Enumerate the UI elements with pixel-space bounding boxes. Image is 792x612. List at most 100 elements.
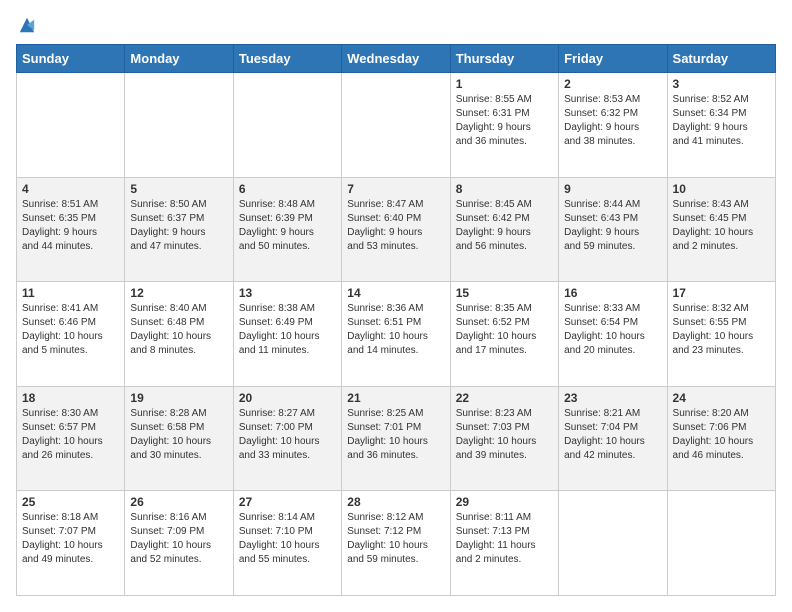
calendar-cell: 18 Sunrise: 8:30 AMSunset: 6:57 PMDayligh… [17, 386, 125, 491]
day-number: 9 [564, 182, 661, 196]
day-number: 5 [130, 182, 227, 196]
day-number: 29 [456, 495, 553, 509]
day-info: Sunrise: 8:52 AMSunset: 6:34 PMDaylight:… [673, 93, 770, 149]
calendar-cell: 3Sunrise: 8:52 AMSunset: 6:34 PMDaylight… [667, 73, 775, 178]
day-info: Sunrise: 8:21 AMSunset: 7:04 PMDaylight:… [564, 407, 661, 463]
calendar-cell: 13Sunrise: 8:38 AMSunset: 6:49 PMDayligh… [233, 282, 341, 387]
day-number: 4 [22, 182, 119, 196]
weekday-wednesday: Wednesday [342, 45, 450, 73]
day-info: Sunrise: 8:53 AMSunset: 6:32 PMDaylight:… [564, 93, 661, 149]
day-info: Sunrise: 8:32 AMSunset: 6:55 PMDaylight:… [673, 302, 770, 358]
day-info: Sunrise: 8:41 AMSunset: 6:46 PMDaylight:… [22, 302, 119, 358]
calendar-cell: 2 Sunrise: 8:53 AMSunset: 6:32 PMDaylight… [559, 73, 667, 178]
day-number: 22 [456, 391, 553, 405]
weekday-thursday: Thursday [450, 45, 558, 73]
day-info: Sunrise: 8:55 AMSunset: 6:31 PMDaylight:… [456, 93, 553, 149]
day-number: 12 [130, 286, 227, 300]
calendar-cell: 14 Sunrise: 8:36 AMSunset: 6:51 PMDayligh… [342, 282, 450, 387]
calendar-cell: 22 Sunrise: 8:23 AMSunset: 7:03 PMDayligh… [450, 386, 558, 491]
day-number: 18 [22, 391, 119, 405]
day-info: Sunrise: 8:14 AMSunset: 7:10 PMDaylight:… [239, 511, 336, 567]
calendar-row-4: 25 Sunrise: 8:18 AMSunset: 7:07 PMDayligh… [17, 491, 776, 596]
calendar-cell: 21Sunrise: 8:25 AMSunset: 7:01 PMDayligh… [342, 386, 450, 491]
calendar-cell [667, 491, 775, 596]
calendar-cell: 8 Sunrise: 8:45 AMSunset: 6:42 PMDaylight… [450, 177, 558, 282]
day-number: 15 [456, 286, 553, 300]
day-info: Sunrise: 8:36 AMSunset: 6:51 PMDaylight:… [347, 302, 444, 358]
day-number: 14 [347, 286, 444, 300]
day-number: 21 [347, 391, 444, 405]
day-number: 20 [239, 391, 336, 405]
day-number: 2 [564, 77, 661, 91]
calendar-cell: 1 Sunrise: 8:55 AMSunset: 6:31 PMDaylight… [450, 73, 558, 178]
day-number: 19 [130, 391, 227, 405]
day-number: 27 [239, 495, 336, 509]
calendar-cell: 25 Sunrise: 8:18 AMSunset: 7:07 PMDayligh… [17, 491, 125, 596]
day-info: Sunrise: 8:50 AMSunset: 6:37 PMDaylight:… [130, 198, 227, 254]
calendar-cell: 5 Sunrise: 8:50 AMSunset: 6:37 PMDaylight… [125, 177, 233, 282]
calendar-cell: 24Sunrise: 8:20 AMSunset: 7:06 PMDayligh… [667, 386, 775, 491]
calendar-cell: 20 Sunrise: 8:27 AMSunset: 7:00 PMDayligh… [233, 386, 341, 491]
calendar-cell: 16Sunrise: 8:33 AMSunset: 6:54 PMDayligh… [559, 282, 667, 387]
day-info: Sunrise: 8:38 AMSunset: 6:49 PMDaylight:… [239, 302, 336, 358]
day-info: Sunrise: 8:30 AMSunset: 6:57 PMDaylight:… [22, 407, 119, 463]
header [16, 16, 776, 34]
calendar-row-1: 4 Sunrise: 8:51 AMSunset: 6:35 PMDaylight… [17, 177, 776, 282]
calendar-cell: 17 Sunrise: 8:32 AMSunset: 6:55 PMDayligh… [667, 282, 775, 387]
day-info: Sunrise: 8:44 AMSunset: 6:43 PMDaylight:… [564, 198, 661, 254]
day-number: 26 [130, 495, 227, 509]
day-info: Sunrise: 8:23 AMSunset: 7:03 PMDaylight:… [456, 407, 553, 463]
page: SundayMondayTuesdayWednesdayThursdayFrid… [0, 0, 792, 612]
weekday-sunday: Sunday [17, 45, 125, 73]
day-number: 25 [22, 495, 119, 509]
day-info: Sunrise: 8:40 AMSunset: 6:48 PMDaylight:… [130, 302, 227, 358]
calendar-cell: 11 Sunrise: 8:41 AMSunset: 6:46 PMDayligh… [17, 282, 125, 387]
day-number: 28 [347, 495, 444, 509]
day-info: Sunrise: 8:51 AMSunset: 6:35 PMDaylight:… [22, 198, 119, 254]
logo [16, 16, 36, 34]
day-info: Sunrise: 8:18 AMSunset: 7:07 PMDaylight:… [22, 511, 119, 567]
calendar-row-3: 18 Sunrise: 8:30 AMSunset: 6:57 PMDayligh… [17, 386, 776, 491]
calendar-cell [559, 491, 667, 596]
calendar-cell: 12 Sunrise: 8:40 AMSunset: 6:48 PMDayligh… [125, 282, 233, 387]
day-info: Sunrise: 8:27 AMSunset: 7:00 PMDaylight:… [239, 407, 336, 463]
day-info: Sunrise: 8:11 AMSunset: 7:13 PMDaylight:… [456, 511, 553, 567]
day-info: Sunrise: 8:12 AMSunset: 7:12 PMDaylight:… [347, 511, 444, 567]
calendar-cell: 15Sunrise: 8:35 AMSunset: 6:52 PMDayligh… [450, 282, 558, 387]
calendar-table: SundayMondayTuesdayWednesdayThursdayFrid… [16, 44, 776, 596]
day-info: Sunrise: 8:43 AMSunset: 6:45 PMDaylight:… [673, 198, 770, 254]
calendar-row-0: 1 Sunrise: 8:55 AMSunset: 6:31 PMDaylight… [17, 73, 776, 178]
day-number: 7 [347, 182, 444, 196]
day-number: 17 [673, 286, 770, 300]
calendar-cell [233, 73, 341, 178]
day-number: 10 [673, 182, 770, 196]
weekday-monday: Monday [125, 45, 233, 73]
calendar-cell: 7 Sunrise: 8:47 AMSunset: 6:40 PMDaylight… [342, 177, 450, 282]
day-number: 6 [239, 182, 336, 196]
calendar-cell [125, 73, 233, 178]
day-number: 23 [564, 391, 661, 405]
calendar-cell: 28 Sunrise: 8:12 AMSunset: 7:12 PMDayligh… [342, 491, 450, 596]
day-number: 1 [456, 77, 553, 91]
day-info: Sunrise: 8:48 AMSunset: 6:39 PMDaylight:… [239, 198, 336, 254]
day-number: 16 [564, 286, 661, 300]
day-info: Sunrise: 8:45 AMSunset: 6:42 PMDaylight:… [456, 198, 553, 254]
calendar-cell: 6 Sunrise: 8:48 AMSunset: 6:39 PMDaylight… [233, 177, 341, 282]
weekday-tuesday: Tuesday [233, 45, 341, 73]
calendar-row-2: 11 Sunrise: 8:41 AMSunset: 6:46 PMDayligh… [17, 282, 776, 387]
weekday-friday: Friday [559, 45, 667, 73]
weekday-header-row: SundayMondayTuesdayWednesdayThursdayFrid… [17, 45, 776, 73]
calendar-cell: 4 Sunrise: 8:51 AMSunset: 6:35 PMDaylight… [17, 177, 125, 282]
day-number: 11 [22, 286, 119, 300]
day-info: Sunrise: 8:20 AMSunset: 7:06 PMDaylight:… [673, 407, 770, 463]
calendar-cell: 19 Sunrise: 8:28 AMSunset: 6:58 PMDayligh… [125, 386, 233, 491]
calendar-cell: 23 Sunrise: 8:21 AMSunset: 7:04 PMDayligh… [559, 386, 667, 491]
day-info: Sunrise: 8:28 AMSunset: 6:58 PMDaylight:… [130, 407, 227, 463]
calendar-cell: 27 Sunrise: 8:14 AMSunset: 7:10 PMDayligh… [233, 491, 341, 596]
calendar-cell [17, 73, 125, 178]
day-info: Sunrise: 8:47 AMSunset: 6:40 PMDaylight:… [347, 198, 444, 254]
calendar-cell [342, 73, 450, 178]
calendar-cell: 26Sunrise: 8:16 AMSunset: 7:09 PMDayligh… [125, 491, 233, 596]
calendar-cell: 9 Sunrise: 8:44 AMSunset: 6:43 PMDaylight… [559, 177, 667, 282]
day-number: 8 [456, 182, 553, 196]
